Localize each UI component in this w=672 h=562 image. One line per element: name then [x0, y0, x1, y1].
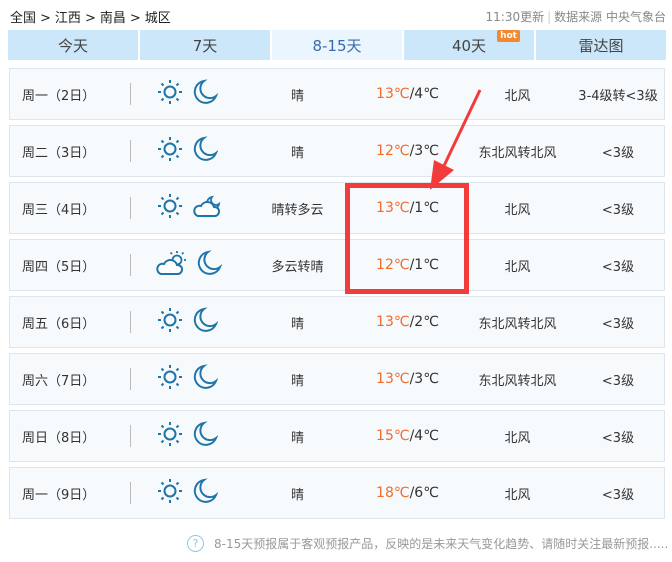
arrow-annotation-icon — [430, 89, 482, 190]
